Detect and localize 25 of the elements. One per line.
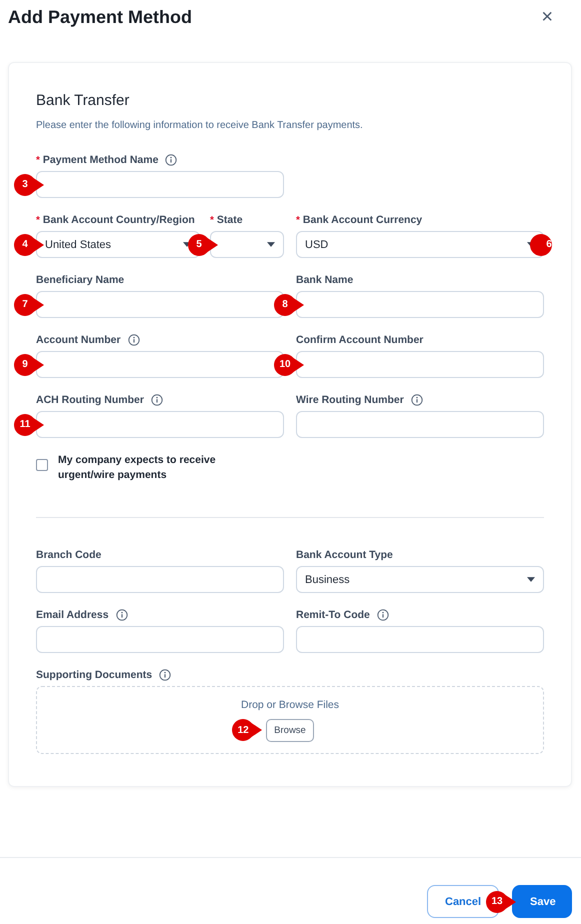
field-label: Account Number <box>36 334 121 346</box>
field-label: Remit-To Code <box>296 609 370 621</box>
field-label: Email Address <box>36 609 109 621</box>
field-label: Branch Code <box>36 549 102 561</box>
section-title: Bank Transfer <box>36 92 130 109</box>
field-label: Confirm Account Number <box>296 334 424 346</box>
section-description: Please enter the following information to receive Bank Transfer payments. <box>36 120 364 131</box>
drop-zone-text: Drop or Browse Files <box>240 698 340 710</box>
field-label: Supporting Documents <box>36 669 152 681</box>
required-asterisk: * <box>296 214 300 226</box>
required-asterisk: * <box>210 214 214 226</box>
field-label: Bank Account Currency <box>302 214 422 226</box>
field-label: Beneficiary Name <box>36 274 124 286</box>
field-label: Wire Routing Number <box>296 394 404 406</box>
field-label: Bank Account Country/Region <box>42 214 195 226</box>
required-asterisk: * <box>36 154 40 166</box>
required-asterisk: * <box>36 214 40 226</box>
callout-tooltip: 12 <box>232 719 262 741</box>
field-label: Payment Method Name <box>42 154 158 166</box>
field-label: State <box>216 214 243 226</box>
field-label: Bank Account Type <box>296 549 393 561</box>
dialog-title: Add Payment Method <box>8 6 192 28</box>
field-label: ACH Routing Number <box>36 394 144 406</box>
checkbox-label: My company expects to receive urgent/wire payments <box>58 453 217 483</box>
field-label: Bank Name <box>296 274 354 286</box>
